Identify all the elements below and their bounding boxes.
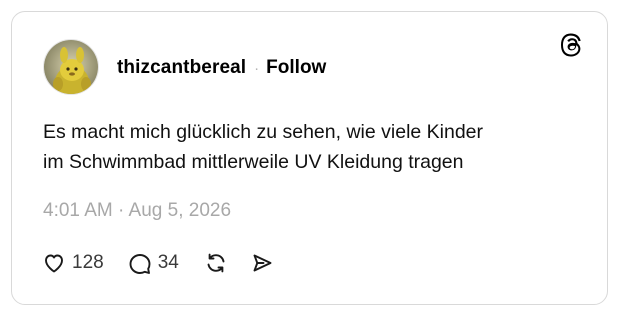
header-separator: ·	[254, 59, 260, 77]
post-timestamp[interactable]: 4:01 AM · Aug 5, 2026	[43, 200, 231, 222]
post-header: thizcantbereal · Follow	[117, 56, 326, 80]
post-actions: 128 34	[42, 249, 274, 277]
post-text: Es macht mich glücklich zu sehen, wie vi…	[43, 121, 484, 173]
send-icon	[253, 254, 272, 272]
like-button[interactable]: 128	[42, 251, 104, 275]
threads-post-card: thizcantbereal · Follow Es macht mich gl…	[11, 11, 608, 305]
speech-bubble-icon	[129, 254, 151, 274]
threads-logo-icon[interactable]	[559, 32, 585, 58]
avatar[interactable]	[43, 39, 99, 95]
reply-button[interactable]: 34	[128, 251, 179, 275]
share-button[interactable]	[250, 251, 274, 275]
avatar-image	[44, 40, 98, 94]
follow-button[interactable]: Follow	[266, 57, 326, 79]
reply-count: 34	[157, 252, 179, 273]
like-count: 128	[72, 252, 104, 273]
repost-button[interactable]	[204, 251, 228, 275]
heart-icon	[45, 254, 63, 273]
repost-icon	[207, 253, 225, 273]
username[interactable]: thizcantbereal	[117, 57, 246, 79]
